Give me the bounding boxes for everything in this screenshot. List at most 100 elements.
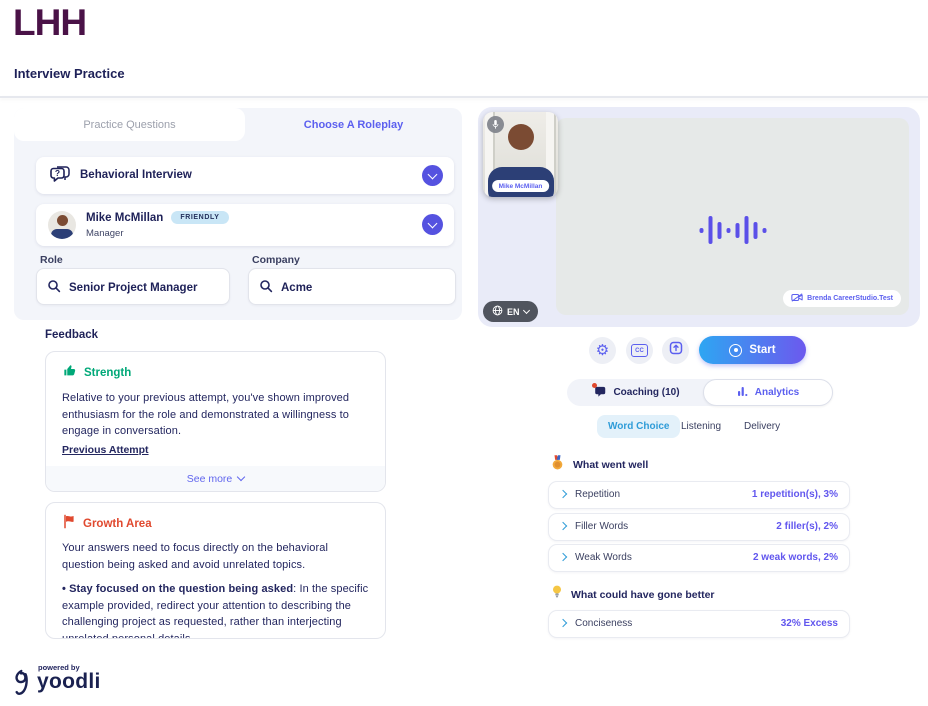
metric-row-filler-words[interactable]: Filler Words 2 filler(s), 2% [548, 513, 850, 541]
gone-better-heading: What could have gone better [571, 589, 715, 601]
role-field-label: Role [40, 254, 63, 266]
role-search-field[interactable] [36, 268, 230, 305]
feedback-heading: Feedback [45, 329, 98, 341]
avatar [48, 211, 76, 239]
start-label: Start [749, 344, 775, 356]
tab-analytics[interactable]: Analytics [703, 379, 833, 406]
bar-chart-icon [737, 386, 749, 400]
page-title: Interview Practice [14, 66, 125, 81]
went-well-heading: What went well [573, 459, 648, 471]
microphone-icon [487, 116, 504, 133]
lightbulb-icon [552, 585, 562, 604]
see-more-button[interactable]: See more [46, 466, 385, 491]
record-icon [729, 344, 742, 357]
persona-expand-button[interactable] [422, 214, 443, 235]
role-input[interactable] [67, 269, 227, 306]
coach-pip-video: Mike McMillan [483, 112, 558, 197]
chevron-down-icon [237, 473, 245, 481]
tab-practice-questions[interactable]: Practice Questions [14, 108, 245, 141]
chevron-right-icon [559, 619, 567, 627]
yoodli-logo-icon [13, 667, 37, 704]
yoodli-wordmark: yoodli [37, 670, 101, 694]
strength-body: Relative to your previous attempt, you'v… [62, 390, 369, 440]
share-icon [669, 341, 683, 360]
metric-label: Weak Words [575, 545, 632, 571]
tab-practice-questions-label: Practice Questions [83, 119, 175, 131]
tab-choose-a-roleplay[interactable]: Choose A Roleplay [245, 108, 462, 141]
chevron-down-icon [428, 218, 438, 228]
settings-button[interactable]: ⚙ [589, 337, 616, 364]
metric-label: Conciseness [575, 611, 632, 637]
persona-name: Mike McMillan [86, 212, 163, 224]
tab-choose-a-roleplay-label: Choose A Roleplay [304, 119, 403, 131]
medal-icon [551, 455, 564, 475]
share-button[interactable] [662, 337, 689, 364]
growth-area-title: Growth Area [83, 518, 152, 530]
video-area: Brenda CareerStudio.Test [556, 118, 909, 315]
subtab-word-choice[interactable]: Word Choice [597, 415, 680, 438]
went-well-header: What went well [551, 455, 648, 475]
video-off-icon [791, 293, 803, 304]
chat-bubble-icon [594, 385, 607, 401]
audio-waveform-icon [699, 216, 766, 244]
metric-label: Repetition [575, 482, 620, 508]
growth-area-bullet: • Stay focused on the question being ask… [62, 581, 369, 639]
strength-title: Strength [84, 367, 131, 379]
previous-attempt-link[interactable]: Previous Attempt [62, 444, 149, 456]
company-field-label: Company [252, 254, 300, 266]
subtab-listening-label: Listening [681, 421, 721, 432]
chevron-right-icon [559, 522, 567, 530]
scenario-select-card[interactable]: ? Behavioral Interview [36, 157, 454, 194]
metric-value: 1 repetition(s), 3% [752, 482, 838, 508]
persona-role: Manager [86, 228, 124, 239]
svg-text:?: ? [55, 168, 60, 178]
analysis-tab-bar: Coaching (10) Analytics [567, 379, 833, 406]
thumbs-up-icon [62, 363, 77, 383]
search-icon [47, 279, 61, 298]
header-divider [0, 96, 928, 98]
lhh-logo: LHH [13, 2, 86, 44]
gone-better-header: What could have gone better [552, 585, 715, 604]
chevron-right-icon [559, 553, 567, 561]
gear-icon: ⚙ [596, 343, 609, 358]
tab-analytics-label: Analytics [755, 387, 799, 398]
closed-captions-icon: CC [631, 344, 648, 357]
see-more-label: See more [187, 473, 233, 485]
persona-select-card[interactable]: Mike McMillan FRIENDLY Manager [36, 204, 454, 246]
growth-area-body: Your answers need to focus directly on t… [62, 540, 369, 573]
strength-card: Strength Relative to your previous attem… [45, 351, 386, 492]
subtab-delivery[interactable]: Delivery [744, 421, 780, 432]
metric-row-conciseness[interactable]: Conciseness 32% Excess [548, 610, 850, 638]
watermark-label: Brenda CareerStudio.Test [807, 295, 893, 302]
metric-value: 2 filler(s), 2% [776, 514, 838, 540]
tab-coaching[interactable]: Coaching (10) [567, 379, 707, 406]
persona-friendly-badge: FRIENDLY [171, 211, 228, 224]
chevron-down-icon [522, 307, 529, 314]
chevron-down-icon [428, 169, 438, 179]
pip-name-label: Mike McMillan [492, 180, 550, 192]
coach-photo [508, 124, 534, 150]
subtab-listening[interactable]: Listening [681, 421, 721, 432]
flag-icon [62, 514, 76, 534]
chat-question-icon: ? [49, 165, 71, 190]
start-button[interactable]: Start [699, 336, 806, 364]
metric-row-repetition[interactable]: Repetition 1 repetition(s), 3% [548, 481, 850, 509]
scenario-expand-button[interactable] [422, 165, 443, 186]
watermark-pill: Brenda CareerStudio.Test [783, 290, 901, 307]
company-search-field[interactable] [248, 268, 456, 305]
growth-bullet-bold: • Stay focused on the question being ask… [62, 583, 293, 595]
metric-value: 32% Excess [781, 611, 838, 637]
metric-row-weak-words[interactable]: Weak Words 2 weak words, 2% [548, 544, 850, 572]
subtab-delivery-label: Delivery [744, 421, 780, 432]
language-label: EN [507, 307, 520, 317]
subtab-word-choice-label: Word Choice [608, 421, 669, 432]
captions-button[interactable]: CC [626, 337, 653, 364]
metric-label: Filler Words [575, 514, 628, 540]
search-icon [259, 279, 273, 298]
chevron-right-icon [559, 490, 567, 498]
language-selector[interactable]: EN [483, 301, 538, 322]
tab-coaching-label: Coaching (10) [613, 387, 679, 398]
company-input[interactable] [279, 269, 453, 306]
scenario-title: Behavioral Interview [80, 157, 192, 194]
growth-area-card: Growth Area Your answers need to focus d… [45, 502, 386, 639]
